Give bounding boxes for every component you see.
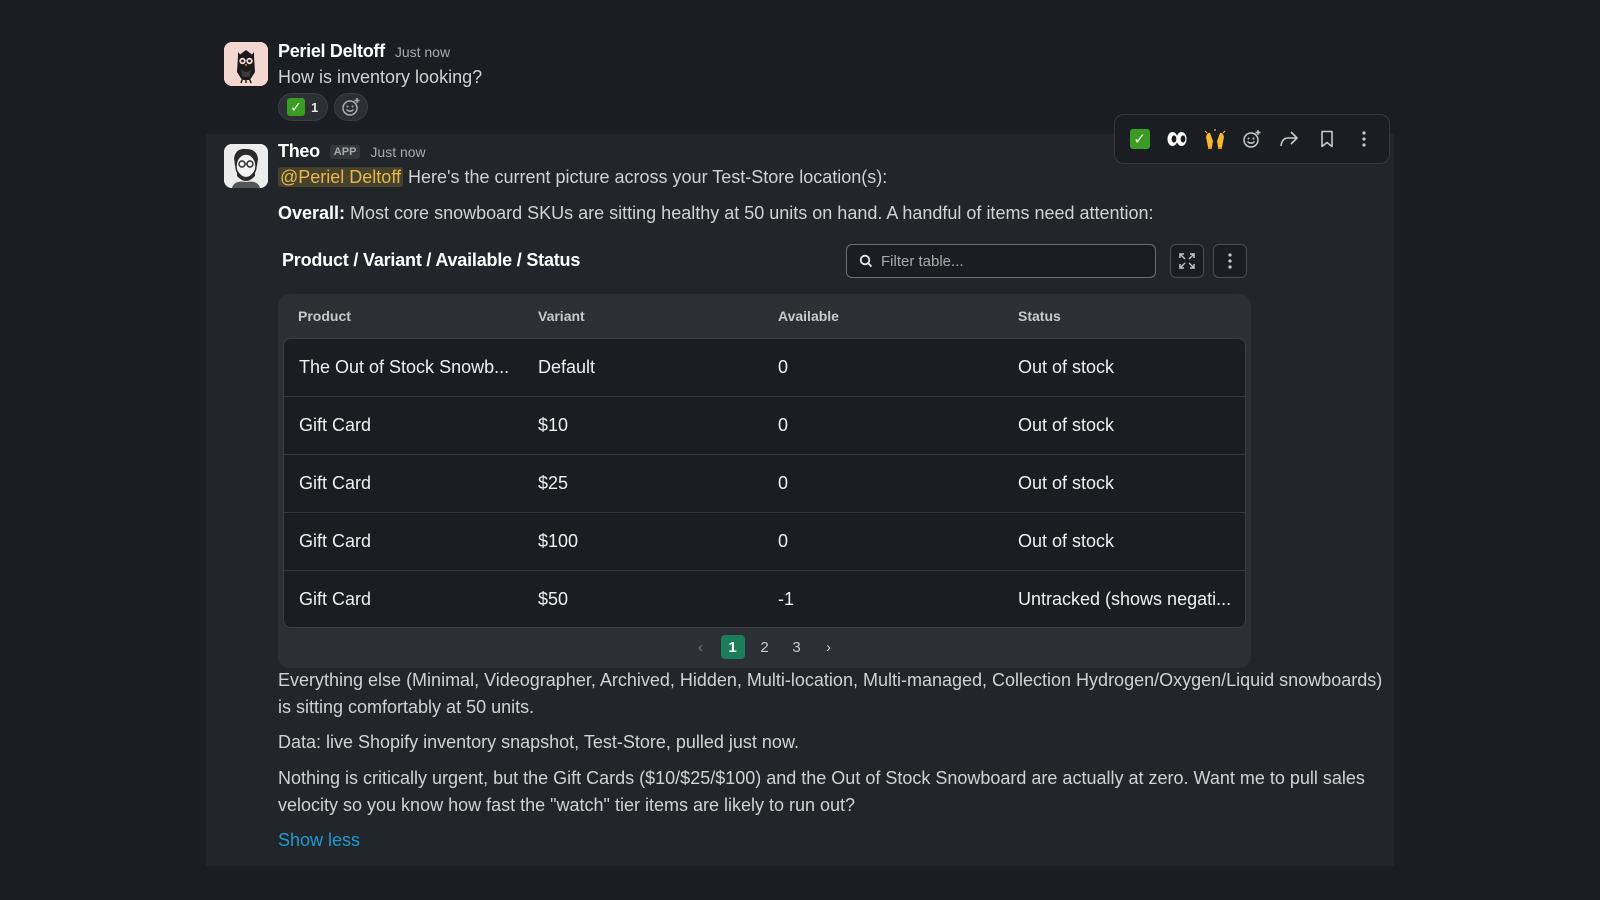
expand-table-button[interactable] [1170,244,1204,278]
message-header: Periel Deltoff Just now [278,41,450,62]
owl-avatar-icon [224,42,268,86]
filter-field[interactable] [846,244,1156,278]
avatar-theo[interactable] [224,144,268,188]
expand-icon [1179,253,1195,269]
table-title: Product / Variant / Available / Status [282,250,581,270]
overall-label: Overall: [278,203,346,223]
inventory-table: Product Variant Available Status The Out… [278,294,1251,668]
message-actions-toolbar: ✓ [1114,114,1390,164]
more-actions-icon [1362,131,1366,147]
cell-status: Out of stock [1018,415,1115,435]
table-more-button[interactable] [1213,244,1247,278]
author-name[interactable]: Periel Deltoff [278,41,385,62]
page-3-button[interactable]: 3 [785,635,809,659]
cell-variant: $10 [538,415,569,435]
eyes-icon [1167,132,1187,146]
add-reaction-icon [1243,130,1261,148]
cell-product: Gift Card [299,473,372,493]
page-1-button[interactable]: 1 [720,635,745,659]
cell-available: 0 [778,473,789,493]
reactions-bar: ✓ 1 [278,93,369,121]
message-text: How is inventory looking? [278,67,483,87]
next-page-button[interactable]: › [817,635,841,659]
timestamp[interactable]: Just now [370,144,425,160]
cell-variant: Default [538,357,596,377]
reaction-check[interactable]: ✓ 1 [278,93,329,121]
show-less-link[interactable]: Show less [278,830,360,851]
bookmark-icon [1321,130,1333,148]
prev-page-button[interactable]: ‹ [689,635,713,659]
cell-available: -1 [778,589,795,609]
avatar-periel[interactable] [224,42,268,86]
forward-icon [1280,131,1299,147]
search-icon [859,254,873,268]
cell-available: 0 [778,357,789,377]
table-row[interactable]: Gift Card $100 0 Out of stock [284,513,1245,571]
page-2-button[interactable]: 2 [753,635,777,659]
cell-variant: $25 [538,473,569,493]
cell-variant: $50 [538,589,569,609]
filter-input[interactable] [881,252,1131,270]
summary-paragraph: Everything else (Minimal, Videographer, … [278,670,1383,717]
overall-line: Overall: Most core snowboard SKUs are si… [278,203,1154,224]
cell-product: Gift Card [299,415,372,435]
forward-button[interactable] [1273,123,1305,155]
table-row[interactable]: Gift Card $50 -1 Untracked (shows negati… [284,571,1245,627]
save-for-later-button[interactable] [1311,123,1343,155]
raised-hands-icon [1204,129,1225,149]
overall-text: Most core snowboard SKUs are sitting hea… [345,203,1154,223]
pagination: ‹ 1 2 3 › [278,632,1251,662]
cell-status: Out of stock [1018,357,1115,377]
cell-product: The Out of Stock Snowb... [299,357,510,377]
timestamp[interactable]: Just now [395,44,450,60]
table-body: The Out of Stock Snowb... Default 0 Out … [283,338,1246,628]
intro-text: Here's the current picture across your T… [403,167,888,187]
cell-status: Out of stock [1018,473,1115,493]
message-header: Theo APP Just now [278,141,426,162]
cell-variant: $100 [538,531,579,551]
react-check-button[interactable]: ✓ [1124,123,1156,155]
app-badge: APP [329,145,361,159]
column-header-available[interactable]: Available [778,308,839,324]
column-header-product[interactable]: Product [298,308,351,324]
cell-status: Untracked (shows negati... [1018,589,1232,609]
user-mention[interactable]: @Periel Deltoff [278,167,403,187]
add-reaction-button[interactable] [1236,123,1268,155]
cell-product: Gift Card [299,589,372,609]
table-row[interactable]: The Out of Stock Snowb... Default 0 Out … [284,339,1245,397]
more-actions-button[interactable] [1348,123,1380,155]
table-row[interactable]: Gift Card $25 0 Out of stock [284,455,1245,513]
table-row[interactable]: Gift Card $10 0 Out of stock [284,397,1245,455]
data-source-paragraph: Data: live Shopify inventory snapshot, T… [278,732,799,752]
theo-avatar-icon [224,144,268,188]
reaction-count: 1 [311,99,319,115]
more-vertical-icon [1228,253,1232,269]
react-raised-hands-button[interactable] [1199,123,1231,155]
add-reaction-icon [342,98,360,116]
react-eyes-button[interactable] [1161,123,1193,155]
cell-available: 0 [778,415,789,435]
intro-line: @Periel Deltoff Here's the current pictu… [278,167,887,188]
add-reaction-button[interactable] [334,93,369,121]
table-header: Product Variant Available Status [278,294,1251,338]
white-check-mark-icon: ✓ [287,98,305,116]
column-header-variant[interactable]: Variant [538,308,585,324]
cell-product: Gift Card [299,531,372,551]
cell-status: Out of stock [1018,531,1115,551]
white-check-mark-icon: ✓ [1129,129,1150,149]
message-theo: Theo APP Just now @Periel Deltoff Here's… [206,134,1394,866]
column-header-status[interactable]: Status [1018,308,1061,324]
author-name[interactable]: Theo [278,141,320,162]
cell-available: 0 [778,531,789,551]
followup-paragraph: Nothing is critically urgent, but the Gi… [278,768,1365,815]
